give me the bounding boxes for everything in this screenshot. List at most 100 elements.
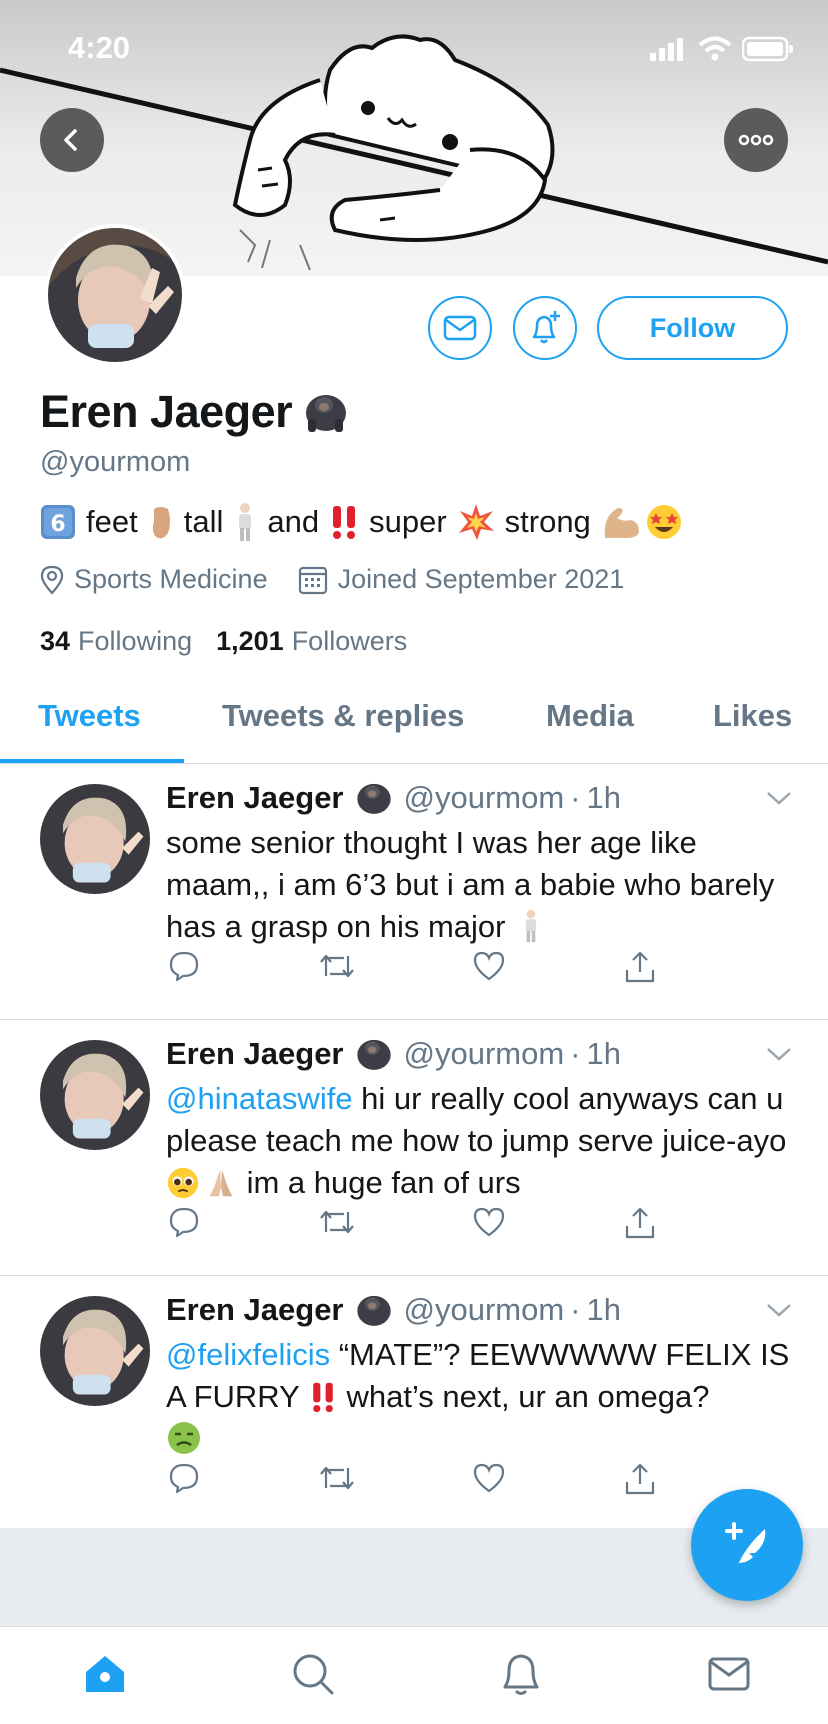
active-tab-indicator <box>0 759 184 763</box>
like-button[interactable] <box>472 1206 506 1243</box>
avatar-photo <box>40 1296 150 1406</box>
tweet-dot: · <box>570 1036 581 1071</box>
folded-hands-emoji <box>209 1169 233 1197</box>
share-button[interactable] <box>624 950 656 989</box>
nav-search[interactable] <box>288 1649 338 1699</box>
share-button[interactable] <box>624 1206 656 1245</box>
mention-link[interactable]: @felixfelicis <box>166 1337 330 1372</box>
tweet-dot: · <box>570 1292 581 1327</box>
gorilla-emoji <box>356 1039 391 1070</box>
tab-media[interactable]: Media <box>546 698 634 734</box>
like-button[interactable] <box>472 1462 506 1499</box>
tweet-text-part: some senior thought I was her age like m… <box>166 825 775 944</box>
more-button[interactable] <box>724 108 788 172</box>
collision-emoji <box>458 504 494 540</box>
retweet-button[interactable] <box>318 1206 356 1243</box>
retweet-button[interactable] <box>318 950 356 987</box>
profile-avatar[interactable] <box>44 224 186 366</box>
tweet-author-name: Eren Jaeger <box>166 1036 344 1071</box>
notifications-button[interactable] <box>513 296 577 360</box>
status-icons <box>648 36 794 62</box>
reply-button[interactable] <box>168 950 200 987</box>
nav-home[interactable] <box>80 1649 130 1699</box>
profile-location-text: Sports Medicine <box>74 564 268 594</box>
nav-notifications[interactable] <box>496 1649 546 1699</box>
gorilla-emoji <box>356 1295 391 1326</box>
tweet-avatar[interactable] <box>40 1296 150 1406</box>
double-exclamation-emoji <box>333 506 356 539</box>
bio-word-feet: feet <box>86 504 138 539</box>
keycap-6-emoji: 6 <box>41 505 75 539</box>
flexed-biceps-emoji <box>604 508 639 538</box>
signal-icon <box>650 38 683 61</box>
share-button[interactable] <box>624 1462 656 1501</box>
bio-word-and: and <box>267 504 320 539</box>
tweet-time: 1h <box>586 1292 621 1327</box>
tweet-time: 1h <box>586 780 621 815</box>
bell-plus-icon <box>532 311 560 344</box>
status-bar: 4:20 <box>0 0 828 100</box>
retweet-button[interactable] <box>318 1462 356 1499</box>
profile-joined: Joined September 2021 <box>298 564 624 595</box>
reply-icon <box>169 1207 199 1238</box>
tab-tweets[interactable]: Tweets <box>38 698 141 734</box>
tweet-author-name: Eren Jaeger <box>166 1292 344 1327</box>
calendar-icon <box>298 566 327 594</box>
location-pin-icon <box>40 565 64 595</box>
share-icon <box>625 951 655 983</box>
nauseated-face-emoji <box>168 1422 200 1454</box>
home-icon <box>86 1656 124 1692</box>
tweet-dot: · <box>570 780 581 815</box>
notifications-icon <box>503 1654 539 1695</box>
tweet-avatar[interactable] <box>40 1040 150 1150</box>
tweet-actions <box>166 1462 666 1502</box>
star-struck-emoji <box>646 505 681 539</box>
profile-handle: @yourmom <box>40 446 191 478</box>
following-count: 34 <box>40 626 71 656</box>
tweet[interactable]: Eren Jaeger @yourmom · 1h @hinataswife h… <box>0 1020 828 1276</box>
reply-icon <box>169 1463 199 1494</box>
tweet-time: 1h <box>586 1036 621 1071</box>
message-button[interactable] <box>428 296 492 360</box>
share-icon <box>625 1207 655 1239</box>
followers-link[interactable]: 1,201 Followers <box>216 626 407 657</box>
tab-likes[interactable]: Likes <box>713 698 792 734</box>
status-time: 4:20 <box>68 30 131 65</box>
tweet[interactable]: Eren Jaeger @yourmom · 1h some senior th… <box>0 764 828 1020</box>
more-icon <box>738 134 774 146</box>
tweet-author-handle: @yourmom <box>403 1292 565 1327</box>
profile-meta: Sports Medicine Joined September 2021 <box>40 564 654 595</box>
tweet-avatar[interactable] <box>40 784 150 894</box>
profile-name-text: Eren Jaeger <box>40 386 293 437</box>
chevron-down-icon[interactable] <box>766 790 792 806</box>
search-icon <box>293 1654 334 1695</box>
tweet-text-part: im a huge fan of urs <box>238 1165 521 1200</box>
nav-messages[interactable] <box>704 1649 754 1699</box>
mention-link[interactable]: @hinataswife <box>166 1081 353 1116</box>
tweet-author-name: Eren Jaeger <box>166 780 344 815</box>
like-icon <box>473 1207 505 1237</box>
tweet[interactable]: Eren Jaeger @yourmom · 1h @felixfelicis … <box>0 1276 828 1532</box>
reply-button[interactable] <box>168 1462 200 1499</box>
tweet-text: some senior thought I was her age like m… <box>166 822 796 948</box>
tweet-text: @hinataswife hi ur really cool anyways c… <box>166 1078 796 1204</box>
like-button[interactable] <box>472 950 506 987</box>
following-link[interactable]: 34 Following <box>40 626 192 657</box>
gorilla-emoji <box>306 395 347 432</box>
back-arrow-icon <box>64 129 77 151</box>
reply-button[interactable] <box>168 1206 200 1243</box>
chevron-down-icon[interactable] <box>766 1302 792 1318</box>
following-label: Following <box>78 626 193 656</box>
bottom-navigation <box>0 1626 828 1724</box>
compose-icon <box>725 1522 766 1567</box>
profile-counts: 34 Following 1,201 Followers <box>40 626 407 657</box>
compose-tweet-button[interactable] <box>691 1489 803 1601</box>
back-button[interactable] <box>40 108 104 172</box>
tab-tweets-replies[interactable]: Tweets & replies <box>222 698 464 734</box>
chevron-down-icon[interactable] <box>766 1046 792 1062</box>
envelope-icon <box>443 315 477 341</box>
battery-icon <box>742 36 793 62</box>
follow-button[interactable]: Follow <box>597 296 788 360</box>
tweet-header: Eren Jaeger @yourmom · 1h <box>166 780 621 816</box>
bio-word-super: super <box>369 504 447 539</box>
